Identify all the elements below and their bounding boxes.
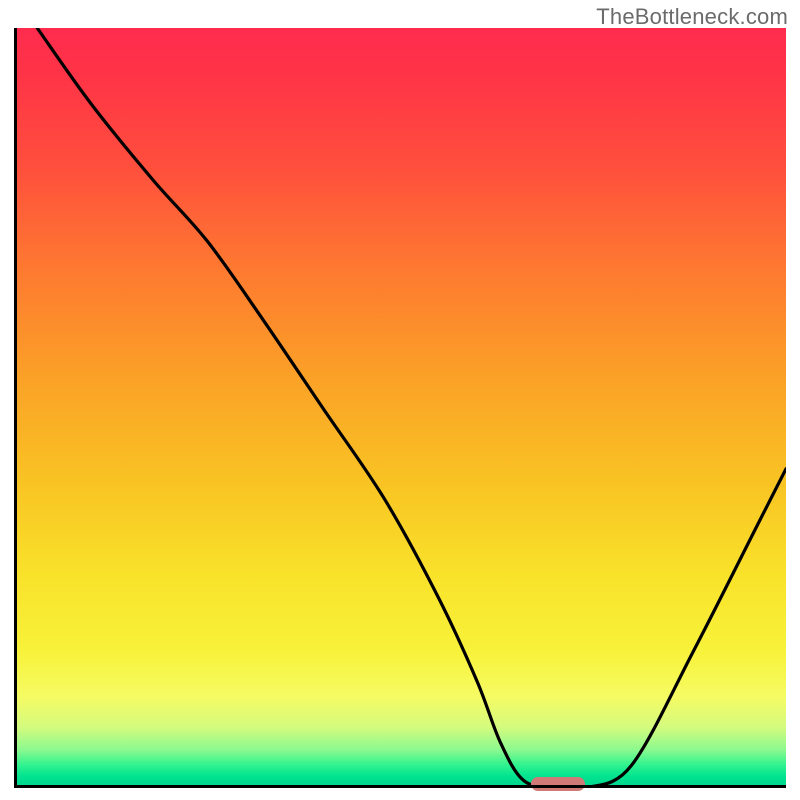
- curve-path: [37, 28, 786, 788]
- chart-stage: TheBottleneck.com: [0, 0, 800, 800]
- watermark-text: TheBottleneck.com: [596, 4, 788, 30]
- bottleneck-curve: [14, 28, 786, 788]
- gradient-plot-area: [14, 28, 786, 788]
- optimum-marker: [531, 777, 585, 791]
